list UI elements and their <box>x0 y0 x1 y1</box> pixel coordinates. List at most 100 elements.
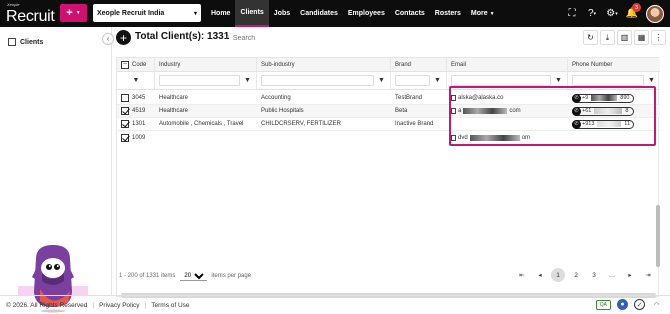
cell-sub-industry: Public Hospitals <box>261 108 304 114</box>
filter-funnel-icon[interactable]: ▼ <box>376 75 387 86</box>
nav-contacts[interactable]: Contacts <box>390 0 430 27</box>
row-checkbox[interactable] <box>121 94 129 102</box>
help-icon[interactable]: ? ▾ <box>582 0 602 27</box>
nav-jobs[interactable]: Jobs <box>269 0 295 27</box>
grid-view-icon[interactable]: ▦ <box>634 30 649 45</box>
sidebar: Clients <box>0 27 112 313</box>
per-page-label: items per page <box>211 273 252 279</box>
page-title: Total Client(s): 1331 <box>135 31 230 42</box>
filter-industry: ▼ <box>155 72 257 89</box>
refresh-icon[interactable]: ↻ <box>583 30 598 45</box>
cell-phone: ✆ +913 11 <box>568 118 660 130</box>
privacy-link[interactable]: Privacy Policy <box>99 302 139 309</box>
nav-clients[interactable]: Clients <box>235 0 269 27</box>
table-row[interactable]: 4519 Healthcare Public Hospitals Beta a c… <box>117 105 660 118</box>
company-select[interactable]: Xeople Recruit India ▾ <box>93 4 201 22</box>
filter-industry-input[interactable] <box>159 75 240 86</box>
check-circle-icon[interactable]: ✓ <box>634 299 645 310</box>
row-checkbox[interactable] <box>121 120 129 128</box>
cell-email[interactable]: dvd om <box>447 131 568 144</box>
nav-employees[interactable]: Employees <box>343 0 390 27</box>
table-row[interactable]: 1301 Automobile , Chemicals , Travel CHI… <box>117 118 660 131</box>
next-page-icon[interactable]: ▸ <box>623 268 637 282</box>
filter-brand: ▼ <box>391 72 447 89</box>
code-value: 1009 <box>132 134 146 141</box>
cell-industry <box>155 131 257 144</box>
column-industry[interactable]: Industry <box>155 58 257 71</box>
first-page-icon[interactable]: ⇤ <box>515 268 529 282</box>
quick-add-button[interactable]: + ▼ <box>60 4 87 22</box>
terms-link[interactable]: Terms of Use <box>151 302 189 309</box>
page-size-select[interactable]: 200 <box>180 271 208 281</box>
table-row[interactable]: 3045 Healthcare Accounting TestBrand als… <box>117 92 660 105</box>
chart-icon[interactable]: ▥ <box>617 30 632 45</box>
phone-chip[interactable]: ✆ +61 8 <box>572 106 634 116</box>
nav-more-label: More <box>470 10 488 17</box>
column-email[interactable]: Email <box>447 58 568 71</box>
user-avatar[interactable] <box>646 4 664 23</box>
search-input[interactable] <box>232 34 533 42</box>
column-sub-industry[interactable]: Sub-industry <box>257 58 391 71</box>
prev-page-icon[interactable]: ◂ <box>533 268 547 282</box>
filter-funnel-icon[interactable]: ▼ <box>553 75 564 86</box>
email-suffix: com <box>509 108 521 114</box>
filter-funnel-icon[interactable]: ▼ <box>131 75 142 86</box>
phone-chip[interactable]: ✆ +9 890 <box>572 93 634 103</box>
page-ellipsis[interactable]: … <box>605 268 619 282</box>
header-code[interactable]: − Code <box>117 58 155 71</box>
row-checkbox[interactable] <box>121 133 129 142</box>
filter-funnel-icon[interactable]: ▼ <box>432 75 443 86</box>
column-phone[interactable]: Phone Number <box>568 58 660 71</box>
filter-email-input[interactable] <box>451 75 551 86</box>
row-checkbox[interactable] <box>121 107 129 115</box>
fullscreen-icon[interactable]: ⛶ <box>562 0 582 27</box>
cell-code: 3045 <box>117 92 155 104</box>
settings-gear-icon[interactable]: ⚙ ▾ <box>602 0 622 27</box>
filter-funnel-icon[interactable]: ▼ <box>646 75 657 86</box>
copy-email-icon[interactable] <box>451 95 456 101</box>
redacted-block <box>597 121 622 127</box>
sidebar-item-clients[interactable]: Clients <box>8 38 43 46</box>
filter-phone-input[interactable] <box>572 75 644 86</box>
nav-rosters[interactable]: Rosters <box>430 0 466 27</box>
filter-funnel-icon[interactable]: ▼ <box>242 75 253 86</box>
cell-email[interactable]: a com <box>447 105 568 117</box>
cell-code: 1009 <box>117 131 155 144</box>
table-row[interactable]: 1009 dvd om <box>117 131 660 144</box>
sidebar-collapse-button[interactable]: ‹ <box>102 33 114 45</box>
phone-chip[interactable]: ✆ +913 11 <box>572 119 634 129</box>
toolbar-icons: ↻ ⤓ ▥ ▦ ⋮ <box>583 30 666 45</box>
page-1[interactable]: 1 <box>551 268 565 282</box>
cell-email <box>447 118 568 130</box>
nav-home[interactable]: Home <box>206 0 235 27</box>
app-logo[interactable]: Xeople Recruit <box>5 2 55 25</box>
column-brand[interactable]: Brand <box>391 58 447 71</box>
email-value: dvd <box>458 134 468 141</box>
filter-code: ▼ <box>117 72 155 89</box>
download-icon[interactable]: ⤓ <box>600 30 615 45</box>
copy-email-icon[interactable] <box>451 108 456 114</box>
notification-bell-icon[interactable]: 🔔 3 <box>622 0 642 27</box>
top-navbar: Xeople Recruit + ▼ Xeople Recruit India ▾… <box>0 0 670 27</box>
copy-email-icon[interactable] <box>451 134 456 141</box>
redacted-block <box>463 108 508 114</box>
page-3[interactable]: 3 <box>587 268 601 282</box>
vertical-scrollbar[interactable] <box>656 205 660 267</box>
select-all-checkbox[interactable]: − <box>121 60 129 69</box>
user-icon[interactable]: ● <box>617 299 628 310</box>
page-buttons: ⇤ ◂ 1 2 3 … ▸ ⇥ <box>515 268 655 282</box>
page-2[interactable]: 2 <box>569 268 583 282</box>
nav-candidates[interactable]: Candidates <box>295 0 343 27</box>
filter-brand-input[interactable] <box>395 75 430 86</box>
nav-more[interactable]: More ▼ <box>466 0 500 27</box>
last-page-icon[interactable]: ⇥ <box>641 268 655 282</box>
add-client-button[interactable]: + <box>116 30 131 45</box>
phone-prefix: +61 <box>582 108 592 114</box>
footer-separator: | <box>92 301 95 309</box>
cell-email[interactable]: alska@alaska.co <box>447 92 568 104</box>
filter-email: ▼ <box>447 72 568 89</box>
chevron-down-icon: ▼ <box>489 10 495 17</box>
more-options-icon[interactable]: ⋮ <box>651 30 666 45</box>
filter-phone: ▼ <box>568 72 660 89</box>
filter-sub-industry-input[interactable] <box>261 75 374 86</box>
